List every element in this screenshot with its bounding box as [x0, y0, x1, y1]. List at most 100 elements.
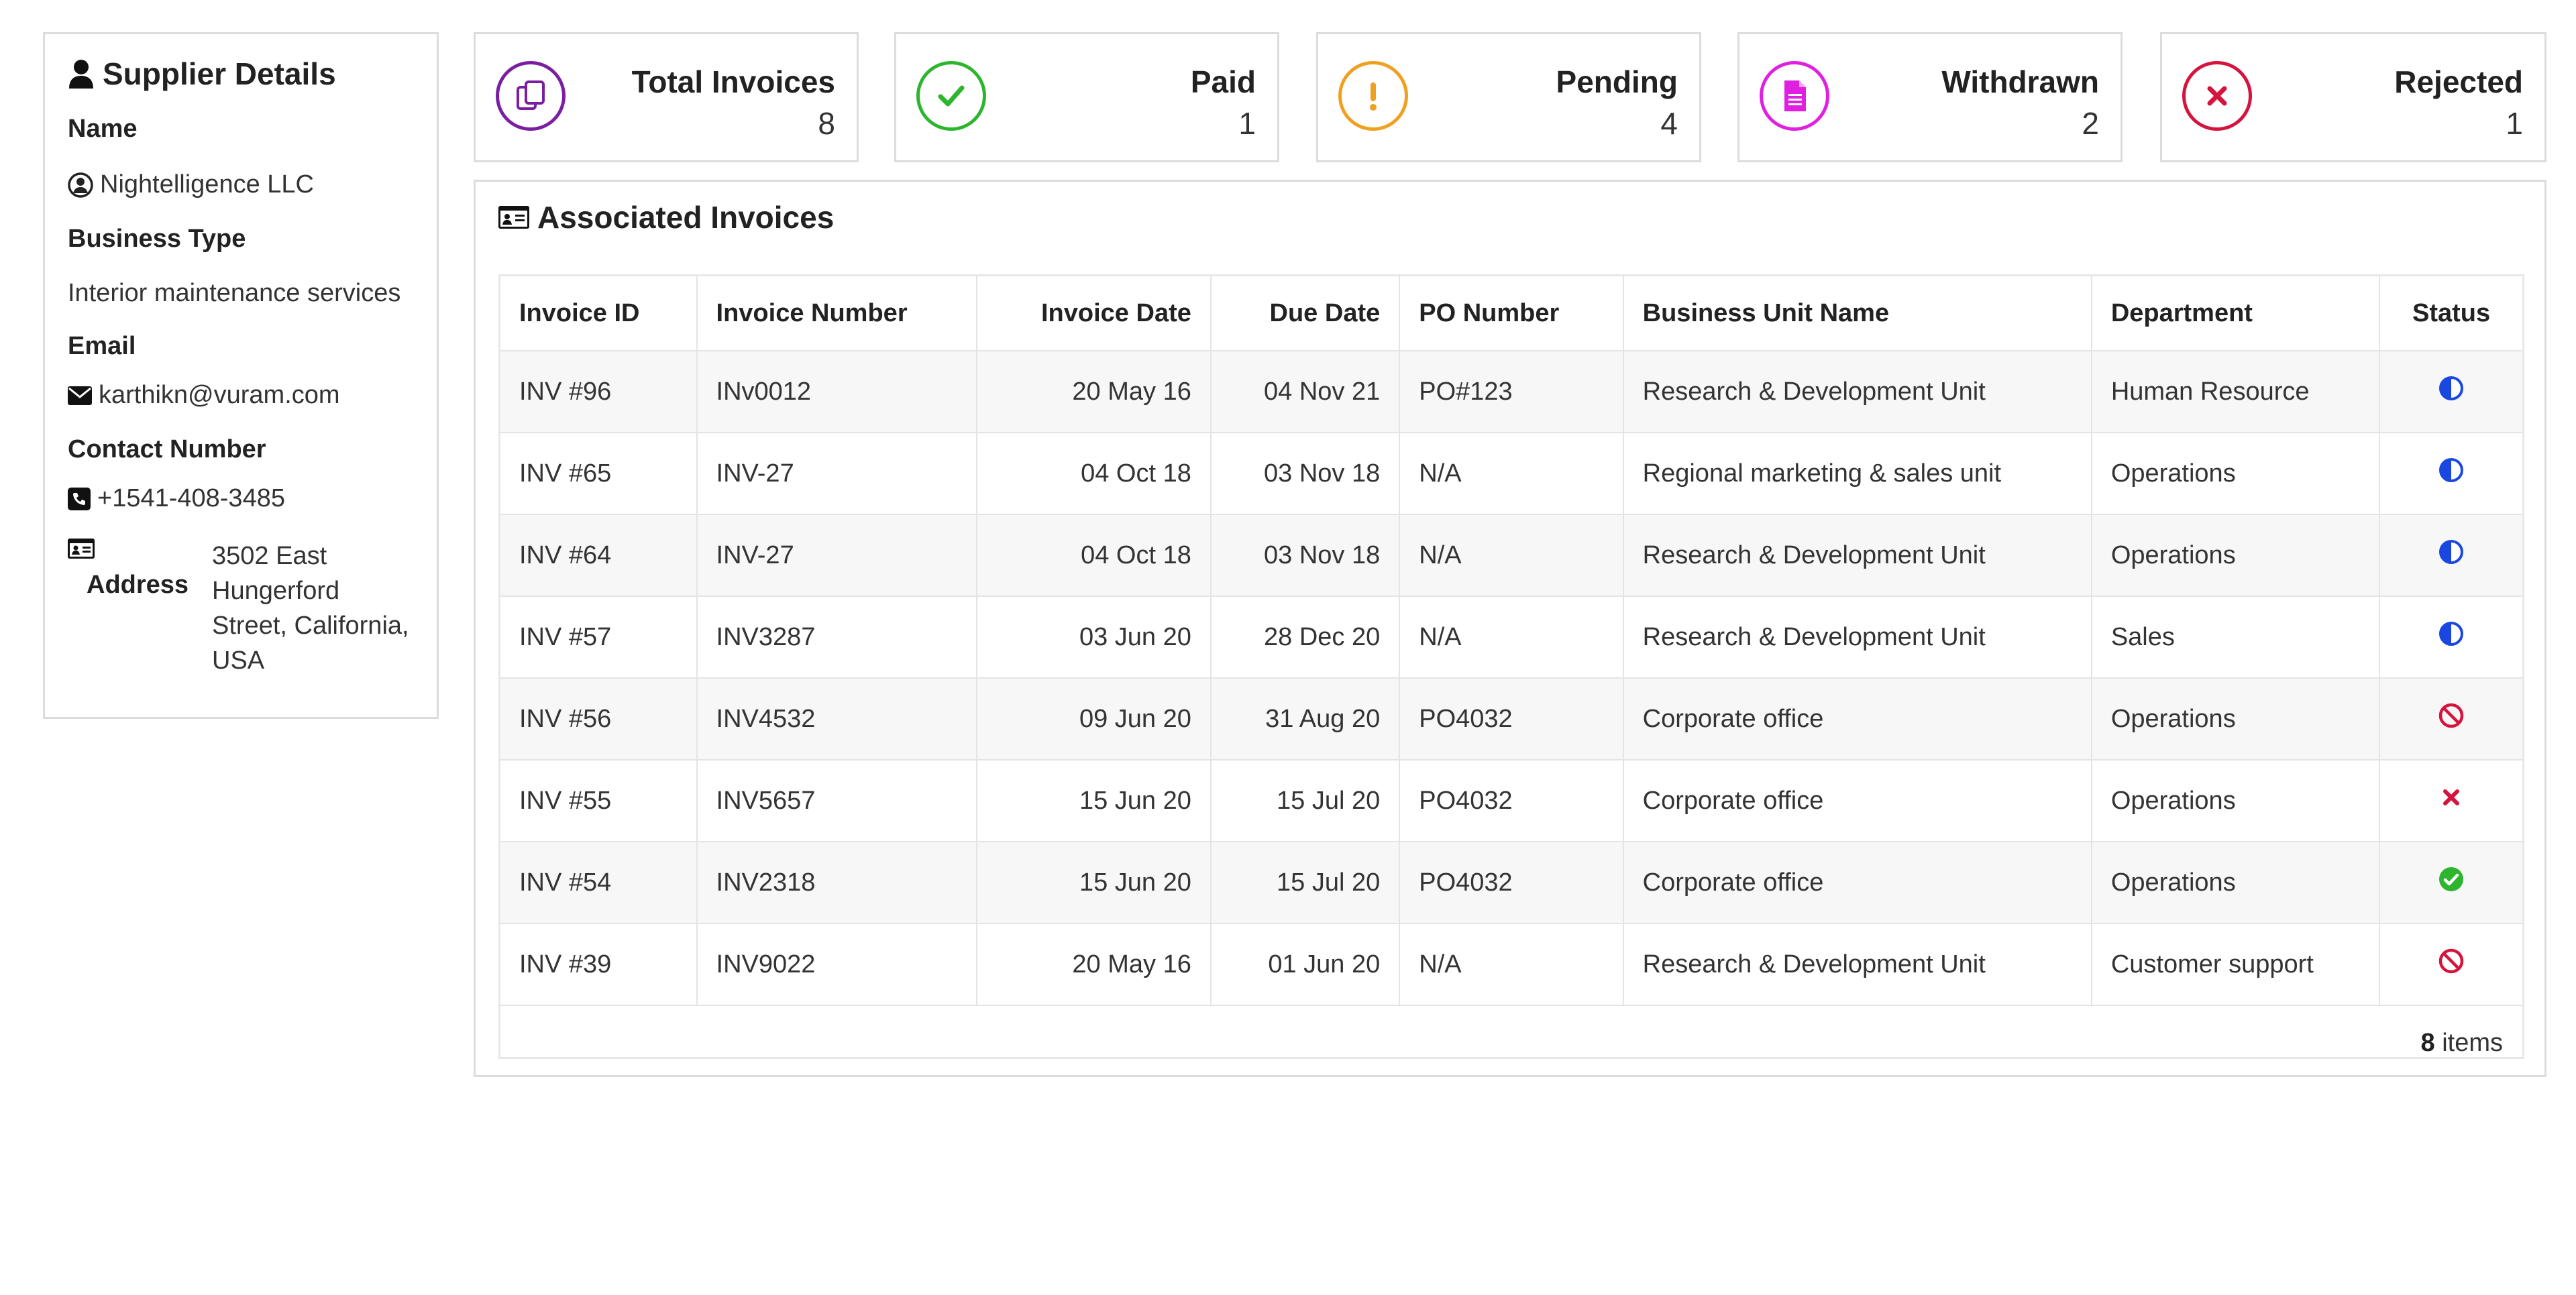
invoices-table-container: Invoice ID Invoice Number Invoice Date D… — [498, 274, 2524, 1059]
item-count-label: items — [2434, 1029, 2503, 1057]
column-header-business-unit[interactable]: Business Unit Name — [1623, 276, 2092, 351]
column-header-invoice-number[interactable]: Invoice Number — [696, 276, 977, 351]
cell-status — [2379, 678, 2522, 761]
cell-invoice-id: INV #96 — [500, 351, 698, 433]
table-row[interactable]: INV #54 INV2318 15 Jun 20 15 Jul 20 PO4032 Co… — [500, 842, 2522, 924]
cell-business-unit: Regional marketing & sales unit — [1623, 433, 2092, 515]
column-header-department[interactable]: Department — [2091, 276, 2381, 351]
half-circle-icon — [2438, 457, 2465, 484]
cell-invoice-date: 04 Oct 18 — [976, 514, 1212, 597]
stat-count: 4 — [1660, 106, 1678, 141]
cell-due-date: 03 Nov 18 — [1210, 514, 1401, 597]
cell-department: Sales — [2091, 596, 2381, 679]
cell-due-date: 15 Jul 20 — [1210, 760, 1401, 842]
cell-status — [2379, 514, 2522, 597]
cell-po-number: PO#123 — [1399, 351, 1624, 433]
cell-business-unit: Research & Development Unit — [1623, 351, 2092, 433]
cell-invoice-id: INV #55 — [500, 760, 698, 842]
table-row[interactable]: INV #57 INV3287 03 Jun 20 28 Dec 20 N/A Resea… — [500, 596, 2522, 679]
stat-card-paid[interactable]: Paid 1 — [894, 32, 1279, 162]
table-row[interactable]: INV #39 INV9022 20 May 16 01 Jun 20 N/A Resea… — [500, 923, 2522, 1006]
cell-department: Operations — [2091, 433, 2381, 515]
table-row[interactable]: INV #64 INV-27 04 Oct 18 03 Nov 18 N/A Resear… — [500, 514, 2522, 597]
supplier-email: karthikn@vuram.com — [68, 381, 414, 410]
column-header-due-date[interactable]: Due Date — [1210, 276, 1401, 351]
cell-due-date: 31 Aug 20 — [1210, 678, 1401, 761]
stat-count: 2 — [2082, 106, 2099, 141]
cell-business-unit: Research & Development Unit — [1623, 596, 2092, 679]
cell-status — [2379, 842, 2522, 924]
stat-card-rejected[interactable]: Rejected 1 — [2160, 32, 2546, 162]
cell-po-number: N/A — [1399, 433, 1624, 515]
half-circle-icon — [2438, 620, 2465, 647]
column-header-invoice-date[interactable]: Invoice Date — [976, 276, 1212, 351]
column-header-status[interactable]: Status — [2379, 276, 2522, 351]
email-label: Email — [68, 332, 136, 360]
id-card-icon — [498, 206, 529, 229]
cell-department: Human Resource — [2091, 351, 2381, 433]
cell-po-number: N/A — [1399, 596, 1624, 679]
ban-icon — [2438, 948, 2465, 974]
cell-department: Operations — [2091, 760, 2381, 842]
table-row[interactable]: INV #96 INv0012 20 May 16 04 Nov 21 PO#123 Re… — [500, 351, 2522, 433]
cell-business-unit: Corporate office — [1623, 678, 2092, 761]
cell-invoice-number: INV3287 — [696, 596, 977, 679]
check-circle-icon — [2438, 866, 2465, 893]
cell-business-unit: Research & Development Unit — [1623, 514, 2092, 597]
supplier-name-text: Nightelligence LLC — [100, 170, 314, 199]
cell-invoice-date: 09 Jun 20 — [976, 678, 1212, 761]
stat-count: 1 — [1238, 106, 1256, 141]
exclamation-icon — [1338, 61, 1408, 131]
cell-invoice-id: INV #65 — [500, 433, 698, 515]
address-label: Address — [87, 571, 189, 599]
user-icon — [68, 59, 95, 89]
cell-invoice-date: 03 Jun 20 — [976, 596, 1212, 679]
cell-due-date: 04 Nov 21 — [1210, 351, 1401, 433]
cell-due-date: 15 Jul 20 — [1210, 842, 1401, 924]
stat-title: Total Invoices — [631, 64, 835, 99]
cell-department: Operations — [2091, 678, 2381, 761]
cell-invoice-date: 20 May 16 — [976, 923, 1212, 1006]
stat-card-total-invoices[interactable]: Total Invoices 8 — [474, 32, 859, 162]
stat-title: Rejected — [2394, 64, 2523, 99]
column-header-po-number[interactable]: PO Number — [1399, 276, 1624, 351]
associated-invoices-panel: Associated Invoices Invoice ID Invoice N… — [474, 180, 2546, 1077]
cell-invoice-date: 15 Jun 20 — [976, 760, 1212, 842]
column-header-invoice-id[interactable]: Invoice ID — [500, 276, 698, 351]
cell-department: Operations — [2091, 842, 2381, 924]
stat-card-pending[interactable]: Pending 4 — [1316, 32, 1701, 162]
address-card-icon — [68, 539, 95, 559]
supplier-details-panel: Supplier Details Name Nightelligence LLC… — [43, 32, 439, 719]
user-circle-icon — [68, 172, 93, 198]
cell-invoice-number: INV-27 — [696, 433, 977, 515]
invoices-table: Invoice ID Invoice Number Invoice Date D… — [500, 276, 2522, 1006]
cell-business-unit: Corporate office — [1623, 842, 2092, 924]
ban-icon — [2438, 702, 2465, 729]
table-row[interactable]: INV #55 INV5657 15 Jun 20 15 Jul 20 PO4032 Co… — [500, 760, 2522, 842]
table-row[interactable]: INV #65 INV-27 04 Oct 18 03 Nov 18 N/A Region… — [500, 433, 2522, 515]
cell-invoice-date: 15 Jun 20 — [976, 842, 1212, 924]
cell-invoice-id: INV #57 — [500, 596, 698, 679]
cell-invoice-id: INV #64 — [500, 514, 698, 597]
cell-status — [2379, 760, 2522, 842]
phone-icon — [68, 487, 91, 510]
cell-po-number: PO4032 — [1399, 760, 1624, 842]
supplier-contact-text: +1541-408-3485 — [97, 484, 285, 512]
address-value: 3502 East Hungerford Street, California,… — [212, 539, 414, 678]
cell-status — [2379, 433, 2522, 515]
stat-card-withdrawn[interactable]: Withdrawn 2 — [1737, 32, 2123, 162]
stat-count: 1 — [2506, 106, 2523, 141]
address-line: Street, California, — [212, 612, 409, 640]
cell-invoice-id: INV #39 — [500, 923, 698, 1006]
cell-invoice-number: INV4532 — [696, 678, 977, 761]
table-row[interactable]: INV #56 INV4532 09 Jun 20 31 Aug 20 PO4032 Co… — [500, 678, 2522, 761]
supplier-details-title: Supplier Details — [103, 56, 336, 91]
stat-title: Paid — [1190, 64, 1256, 99]
supplier-name: Nightelligence LLC — [68, 170, 414, 199]
x-icon — [2182, 61, 2252, 131]
item-count: 8 — [2420, 1029, 2435, 1057]
address-line: 3502 East — [212, 542, 327, 570]
copy-icon — [496, 61, 566, 131]
stat-title: Withdrawn — [1941, 64, 2099, 99]
cell-status — [2379, 596, 2522, 679]
